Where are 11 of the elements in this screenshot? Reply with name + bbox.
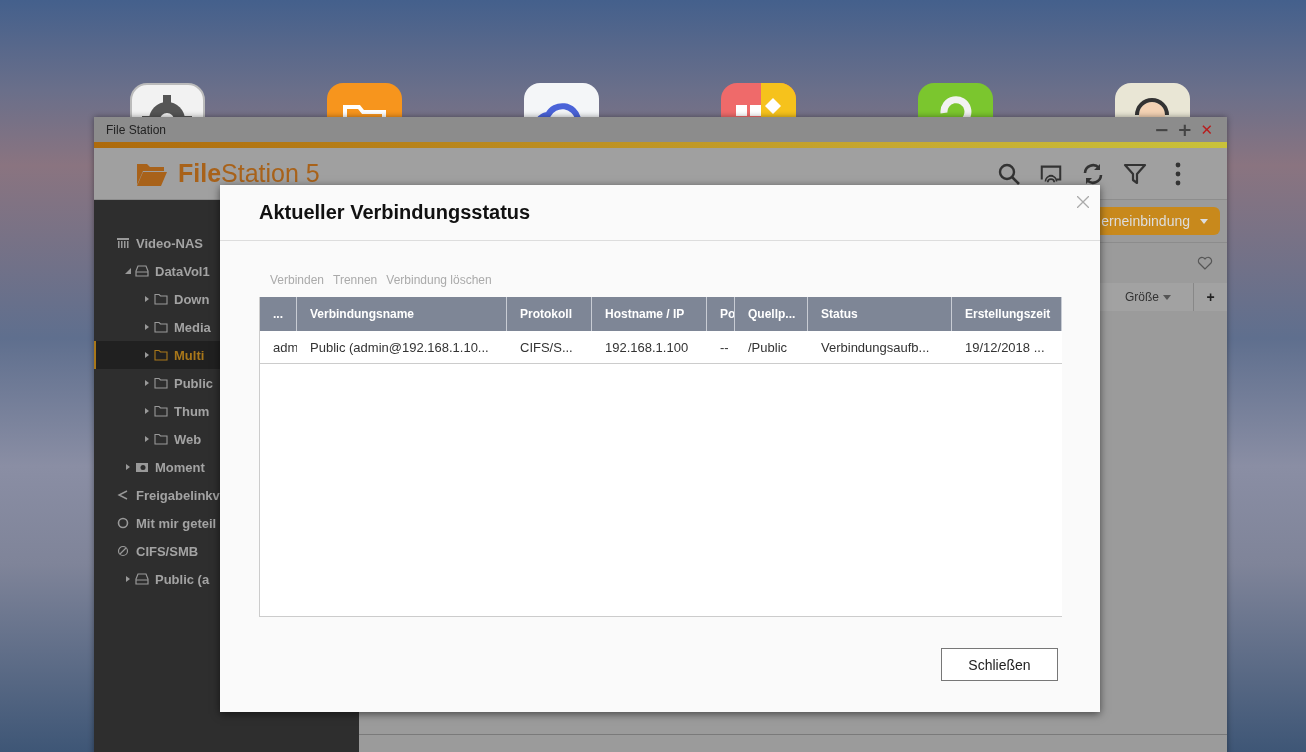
table-cell-text: 19/12/2018 ... <box>964 338 1046 357</box>
dialog-title: Aktueller Verbindungsstatus <box>259 201 531 224</box>
table-cell-text: 192.168.1.100 <box>604 338 690 357</box>
table-cell-text: /Public <box>747 338 789 357</box>
table-cell-text: adm <box>272 338 297 357</box>
window-title: File Station <box>106 122 167 137</box>
table-cell-text: -- <box>719 338 730 357</box>
table-cell-text: Public (admin@192.168.1.10... <box>309 338 490 357</box>
app-title: FileStation 5 <box>178 159 320 188</box>
table-cell-text: CIFS/S... <box>519 338 574 357</box>
table-cell-text: Verbindungsaufb... <box>820 338 931 357</box>
